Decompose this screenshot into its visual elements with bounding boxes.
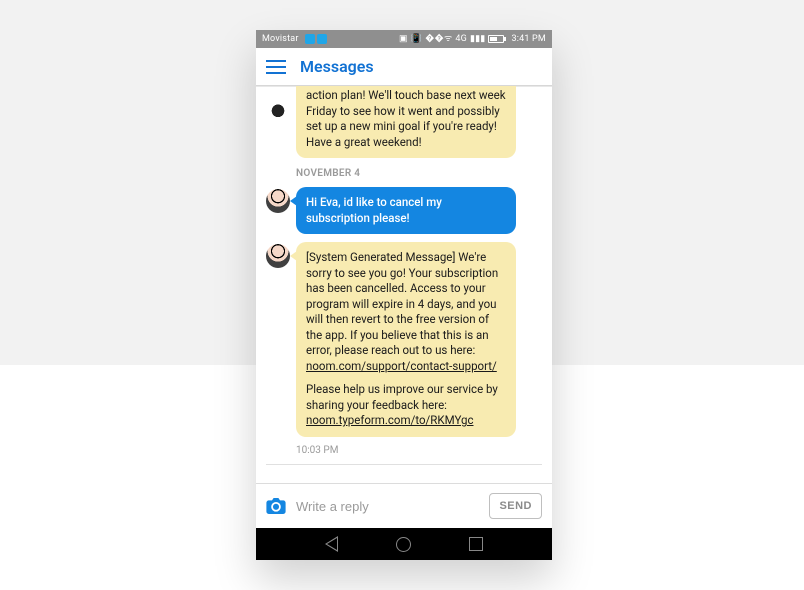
system-message-bubble: [System Generated Message] We're sorry t… [296,242,516,437]
composer-container: SEND [256,483,552,528]
reply-input[interactable] [296,499,479,514]
menu-icon[interactable] [266,60,286,74]
status-app-icon [317,34,327,44]
list-divider [266,464,542,465]
status-app-icon [305,34,315,44]
status-bar: Movistar ▣ 📳 ��ᯤ 4G ▮▮▮ 3:41 PM [256,30,552,48]
phone-frame: Movistar ▣ 📳 ��ᯤ 4G ▮▮▮ 3:41 PM Messages… [256,30,552,560]
signal-icon: ▮▮▮ [470,35,485,44]
message-list[interactable]: action plan! We'll touch base next week … [256,86,552,483]
date-separator: NOVEMBER 4 [296,168,542,179]
wifi-icon: ��ᯤ [425,35,452,44]
user-message-bubble: Hi Eva, id like to cancel my subscriptio… [296,187,516,234]
send-button[interactable]: SEND [489,493,542,519]
message-row: Hi Eva, id like to cancel my subscriptio… [266,187,542,234]
page-title: Messages [300,57,374,76]
nav-home-icon[interactable] [396,537,411,552]
battery-icon [488,35,504,43]
avatar [266,189,290,213]
support-link[interactable]: noom.com/support/contact-support/ [306,359,497,373]
clock-label: 3:41 PM [511,34,546,44]
composer: SEND [256,484,552,528]
network-type-label: 4G [455,35,467,44]
message-text: [System Generated Message] We're sorry t… [306,250,498,357]
avatar [266,94,290,118]
camera-icon[interactable] [266,498,286,514]
app-header: Messages [256,48,552,86]
nav-recent-icon[interactable] [469,537,483,551]
status-right-icons: ▣ 📳 ��ᯤ 4G ▮▮▮ 3:41 PM [399,34,546,44]
message-row: action plan! We'll touch base next week … [266,92,542,158]
nav-back-icon[interactable] [325,536,338,552]
android-navbar [256,528,552,560]
message-text: Hi Eva, id like to cancel my subscriptio… [306,195,442,225]
message-text: action plan! We'll touch base next week … [306,88,506,149]
vibrate-icon: 📳 [411,35,422,44]
message-timestamp: 10:03 PM [296,445,542,456]
nfc-icon: ▣ [399,35,408,44]
avatar [266,244,290,268]
coach-message-bubble: action plan! We'll touch base next week … [296,86,516,158]
message-text: Please help us improve our service by sh… [306,382,498,412]
message-row: [System Generated Message] We're sorry t… [266,242,542,437]
feedback-link[interactable]: noom.typeform.com/to/RKMYgc [306,413,473,427]
carrier-label: Movistar [262,34,299,44]
